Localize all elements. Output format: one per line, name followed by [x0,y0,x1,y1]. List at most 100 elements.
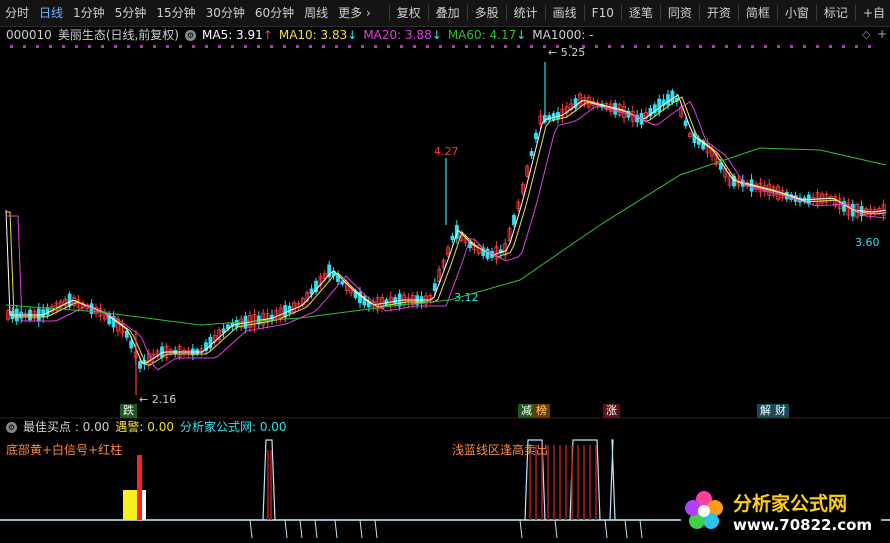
marker-dot [595,45,598,48]
logo-title: 分析家公式网 [733,492,848,515]
indicator-legend-sell: 浅蓝线区逢高卖出 [452,443,549,457]
marker-dot [842,45,845,48]
marker-dot [712,45,715,48]
candle-body [287,305,292,314]
kline-chart [0,45,890,539]
marker-dot [465,45,468,48]
red-signal-bar [137,455,142,520]
logo-url: www.70822.com [733,515,873,534]
marker-dot [270,45,273,48]
marker-dot [725,45,728,48]
last-price-label: 3.60 [855,236,880,249]
marker-dot [660,45,663,48]
marker-dot [231,45,234,48]
marker-dot [62,45,65,48]
candle-body [529,151,534,157]
candle-body [432,283,437,291]
candle-body [41,309,46,318]
candle-body [670,90,675,103]
marker-dot [673,45,676,48]
candle-body [683,120,688,127]
marker-dot [413,45,416,48]
marker-dot [686,45,689,48]
marker-dot [855,45,858,48]
marker-dot [205,45,208,48]
white-signal-bar [142,490,146,520]
peak-price-label: 4.27 [434,145,459,158]
sell-zone-line [262,439,276,521]
marker-dot [49,45,52,48]
marker-dot [335,45,338,48]
alert-label: 遇警: 0.00 [115,420,174,434]
best-buy-label: 最佳买点 : 0.00 [23,420,110,434]
event-finance-badge[interactable]: 财 [772,404,789,418]
marker-dot [348,45,351,48]
candle-body [450,235,455,240]
event-rise-badge[interactable]: 涨 [603,404,620,418]
baseline-dip [604,519,608,539]
marker-dot [140,45,143,48]
candle-body [485,248,490,259]
marker-dot [504,45,507,48]
marker-dot [400,45,403,48]
marker-dot [699,45,702,48]
marker-dot [387,45,390,48]
marker-dot [777,45,780,48]
marker-dot [257,45,260,48]
high-price-label: ← 5.25 [548,46,586,59]
marker-dot [296,45,299,48]
event-fall-badge[interactable]: 跌 [120,404,137,418]
marker-dot [764,45,767,48]
candle-body [129,340,134,349]
marker-dot [478,45,481,48]
marker-dot [75,45,78,48]
low2-price-label: 3.12 [454,291,479,304]
marker-dot [816,45,819,48]
marker-dot [751,45,754,48]
marker-dot [374,45,377,48]
baseline-dip [374,519,378,539]
marker-dot [127,45,130,48]
marker-dot [88,45,91,48]
event-rank-badge[interactable]: 榜 [533,404,550,418]
marker-dot [309,45,312,48]
marker-dot [218,45,221,48]
ma5-line [5,94,887,364]
marker-dot [634,45,637,48]
marker-dot [426,45,429,48]
marker-dot [283,45,286,48]
marker-dot [179,45,182,48]
site-logo: 分析家公式网 www.70822.com [681,484,881,538]
marker-dot [10,45,13,48]
flower-logo-icon [685,491,723,529]
marker-dot [166,45,169,48]
marker-dot [608,45,611,48]
indicator-legend-bottom: 底部黄+白信号+红柱 [6,443,123,457]
candle-body [551,113,556,121]
marker-dot [647,45,650,48]
marker-dot [101,45,104,48]
marker-dot [517,45,520,48]
marker-dot [621,45,624,48]
baseline-dip [284,519,288,539]
marker-dot [361,45,364,48]
marker-dot [543,45,546,48]
marker-dot [153,45,156,48]
baseline-dip [639,519,643,539]
marker-dot [491,45,494,48]
candle-body [138,361,142,369]
site-label: 分析家公式网: 0.00 [179,420,287,434]
marker-dot [244,45,247,48]
candle-body [556,112,560,119]
marker-dot [738,45,741,48]
marker-dot [530,45,533,48]
marker-dot [790,45,793,48]
baseline-dip [359,519,363,539]
marker-dot [452,45,455,48]
low-price-label: ← 2.16 [139,393,177,406]
indicator-settings-icon[interactable]: ⚙ [6,421,17,433]
candle-body [657,98,662,113]
marker-dot [192,45,195,48]
baseline-dip [249,519,253,539]
marker-dot [439,45,442,48]
